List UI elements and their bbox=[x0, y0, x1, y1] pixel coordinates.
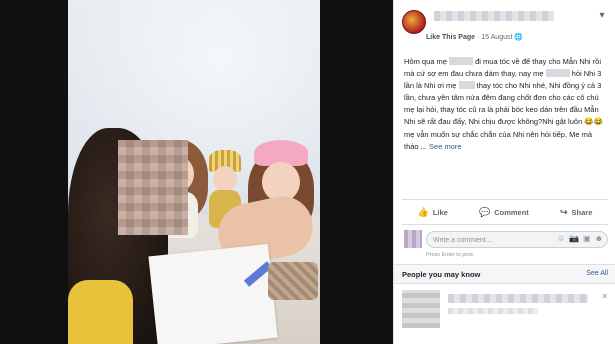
comment-input-wrapper[interactable]: ☺ 📷 ▣ ☻ bbox=[426, 231, 608, 248]
comment-input[interactable] bbox=[433, 234, 543, 246]
comment-label: Comment bbox=[494, 207, 529, 217]
like-button[interactable]: 👍 Like bbox=[418, 207, 448, 218]
redacted-name bbox=[458, 81, 475, 90]
page-avatar[interactable] bbox=[402, 10, 426, 34]
close-icon[interactable]: ✕ bbox=[601, 292, 608, 301]
pencil-pouch bbox=[268, 262, 318, 300]
share-button[interactable]: ↪ Share bbox=[560, 207, 592, 218]
post-text: Hôm qua mẹ đi mua tóc về để thay cho Mẫn… bbox=[404, 56, 608, 153]
post-actions: 👍 Like 💬 Comment ↪ Share bbox=[402, 201, 608, 223]
page-name-redacted[interactable] bbox=[434, 11, 554, 21]
share-icon: ↪ bbox=[559, 206, 568, 217]
sticker-icon[interactable]: ☻ bbox=[595, 234, 603, 243]
camera-icon[interactable]: 📷 bbox=[569, 234, 579, 243]
user-avatar bbox=[404, 230, 422, 248]
redacted-name bbox=[545, 69, 570, 78]
people-you-may-know-header: People you may know See All bbox=[394, 264, 615, 284]
press-enter-hint: Press Enter to post. bbox=[426, 252, 475, 258]
like-page-link[interactable]: Like This Page bbox=[426, 34, 475, 41]
gif-icon[interactable]: ▣ bbox=[583, 234, 591, 243]
paper-sheet bbox=[148, 243, 278, 344]
suggested-person[interactable]: ✕ bbox=[402, 290, 608, 340]
comment-composer: ☺ 📷 ▣ ☻ bbox=[402, 230, 608, 250]
comment-tools: ☺ 📷 ▣ ☻ bbox=[557, 234, 603, 243]
thumbs-up-icon: 👍 bbox=[417, 206, 429, 217]
photo-viewer bbox=[0, 0, 393, 344]
like-label: Like bbox=[432, 207, 448, 217]
post-date[interactable]: 15 August bbox=[481, 34, 512, 41]
divider bbox=[402, 199, 608, 200]
suggested-person-photo[interactable] bbox=[402, 290, 440, 328]
post-meta: Like This Page · 15 August 🌐 bbox=[426, 33, 523, 41]
emoji-icon[interactable]: ☺ bbox=[557, 234, 565, 243]
globe-icon: 🌐 bbox=[514, 34, 524, 41]
person-shirt bbox=[68, 280, 133, 344]
see-all-link[interactable]: See All bbox=[586, 270, 608, 277]
chevron-down-icon[interactable]: ▾ bbox=[596, 10, 608, 22]
suggested-person-info-redacted bbox=[448, 308, 538, 314]
meta-separator: · bbox=[476, 34, 480, 41]
post-photo[interactable] bbox=[68, 0, 320, 344]
comment-button[interactable]: 💬 Comment bbox=[479, 207, 529, 218]
people-you-may-know-title: People you may know bbox=[402, 270, 481, 279]
suggested-person-name-redacted[interactable] bbox=[448, 294, 588, 303]
post-text-part-4: thay tóc cho Nhi nhé, Nhi đồng ý cả 3 lầ… bbox=[404, 81, 603, 151]
comment-icon: 💬 bbox=[478, 206, 491, 217]
blurred-face bbox=[118, 140, 188, 235]
post-text-part-1: Hôm qua mẹ bbox=[404, 57, 447, 66]
share-label: Share bbox=[571, 207, 593, 217]
redacted-name bbox=[449, 57, 474, 65]
post-side-panel: ▾ Like This Page · 15 August 🌐 Hôm qua m… bbox=[393, 0, 615, 344]
see-more-link[interactable]: See more bbox=[429, 142, 462, 151]
divider bbox=[402, 224, 608, 225]
